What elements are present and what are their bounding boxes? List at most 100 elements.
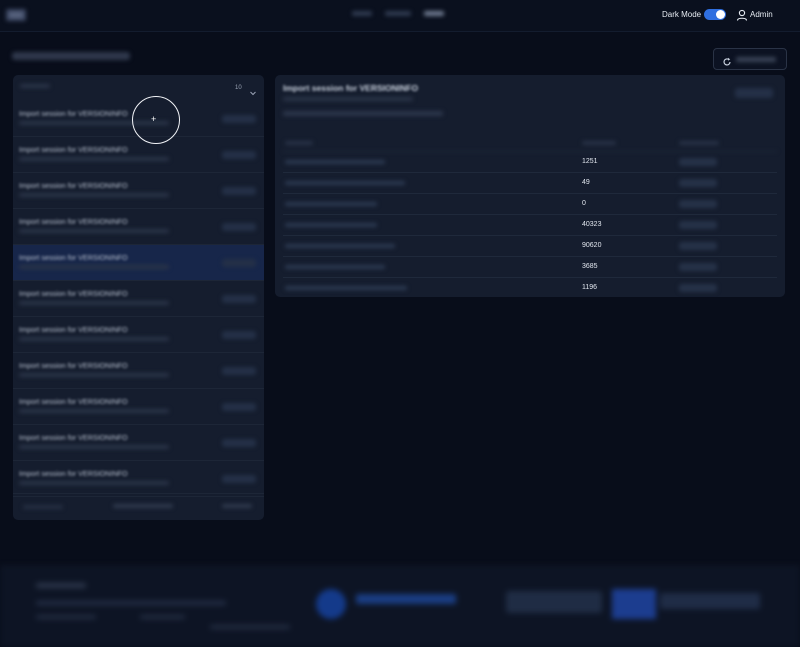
- refresh-icon: [722, 54, 732, 66]
- file-name: [285, 244, 395, 248]
- session-subtitle: [19, 301, 169, 305]
- session-list: Import session for VERSIONINFO Import ses…: [13, 101, 264, 497]
- session-status-badge: [222, 151, 256, 159]
- file-table: 1251 49 0 40323 90620 3685 1196: [283, 137, 777, 297]
- table-row[interactable]: 1196: [283, 278, 777, 297]
- footer-brand: [36, 583, 86, 588]
- session-title: Import session for VERSIONINFO: [19, 325, 128, 334]
- table-row[interactable]: 90620: [283, 236, 777, 257]
- main-nav: [352, 11, 444, 16]
- session-title: Import session for VERSIONINFO: [19, 397, 128, 406]
- status-badge: [735, 88, 773, 98]
- session-status-badge: [222, 403, 256, 411]
- table-header: [283, 137, 777, 152]
- eu-logo-text: [660, 593, 760, 609]
- row-status-badge: [679, 200, 717, 208]
- brand-name[interactable]: [142, 10, 144, 17]
- session-status-badge: [222, 367, 256, 375]
- page-size-value: 10: [235, 85, 242, 91]
- session-status-badge: [222, 331, 256, 339]
- row-status-badge: [679, 158, 717, 166]
- row-status-badge: [679, 221, 717, 229]
- col-count-header: [582, 141, 616, 145]
- session-subtitle: [19, 229, 169, 233]
- table-row[interactable]: 0: [283, 194, 777, 215]
- list-item[interactable]: Import session for VERSIONINFO: [13, 281, 264, 317]
- session-status-badge: [222, 187, 256, 195]
- col-status-header: [679, 141, 719, 145]
- record-count: 1251: [582, 158, 598, 165]
- dark-mode-toggle[interactable]: [704, 9, 726, 20]
- record-count: 1196: [582, 284, 598, 291]
- file-name: [285, 223, 377, 227]
- page-size-select[interactable]: 10: [231, 81, 259, 96]
- detail-subtitle: [283, 97, 413, 101]
- footer-phone: [140, 615, 185, 619]
- list-item[interactable]: Import session for VERSIONINFO: [13, 245, 264, 281]
- session-title: Import session for VERSIONINFO: [19, 109, 128, 118]
- record-count: 40323: [582, 221, 602, 228]
- page-indicator: [113, 504, 173, 508]
- eu-flag-logo: [612, 589, 656, 619]
- list-item[interactable]: Import session for VERSIONINFO: [13, 425, 264, 461]
- list-item[interactable]: Import session for VERSIONINFO: [13, 137, 264, 173]
- record-count: 0: [582, 200, 586, 207]
- session-list-panel: 10 Import session for VERSIONINFO Import …: [13, 75, 264, 520]
- cursor-icon: +: [151, 114, 157, 124]
- row-status-badge: [679, 284, 717, 292]
- row-status-badge: [679, 179, 717, 187]
- prev-page-button[interactable]: [23, 505, 63, 509]
- page-title: [12, 52, 130, 60]
- detail-meta: [283, 111, 443, 116]
- session-title: Import session for VERSIONINFO: [19, 361, 128, 370]
- list-item[interactable]: Import session for VERSIONINFO: [13, 389, 264, 425]
- session-title: Import session for VERSIONINFO: [19, 469, 128, 478]
- file-name: [285, 265, 385, 269]
- session-title: Import session for VERSIONINFO: [19, 217, 128, 226]
- partner-logo-text: [356, 594, 456, 604]
- session-subtitle: [19, 157, 169, 161]
- list-item[interactable]: Import session for VERSIONINFO: [13, 317, 264, 353]
- top-header: Dark Mode Admin: [0, 0, 800, 32]
- session-subtitle: [19, 337, 169, 341]
- session-title: Import session for VERSIONINFO: [19, 181, 128, 190]
- file-name: [285, 181, 405, 185]
- file-name: [285, 286, 407, 290]
- list-item[interactable]: Import session for VERSIONINFO: [13, 353, 264, 389]
- list-item[interactable]: Import session for VERSIONINFO: [13, 173, 264, 209]
- footer-email: [210, 625, 290, 629]
- nav-item-1[interactable]: [352, 11, 372, 16]
- session-list-header: 10: [13, 75, 264, 101]
- file-name: [285, 160, 385, 164]
- logo[interactable]: [4, 3, 28, 27]
- table-row[interactable]: 40323: [283, 215, 777, 236]
- session-subtitle: [19, 481, 169, 485]
- session-status-badge: [222, 295, 256, 303]
- footer-location: [36, 615, 96, 619]
- list-item[interactable]: Import session for VERSIONINFO: [13, 209, 264, 245]
- table-row[interactable]: 1251: [283, 152, 777, 173]
- logo-caption: [30, 4, 130, 11]
- pagination: [13, 493, 264, 520]
- session-subtitle: [19, 409, 169, 413]
- next-page-button[interactable]: [222, 504, 252, 508]
- refresh-button[interactable]: [713, 48, 787, 70]
- table-row[interactable]: 49: [283, 173, 777, 194]
- session-title: Import session for VERSIONINFO: [19, 145, 128, 154]
- program-logo: [506, 591, 602, 613]
- list-item[interactable]: Import session for VERSIONINFO: [13, 461, 264, 497]
- session-subtitle: [19, 265, 169, 269]
- session-title: Import session for VERSIONINFO: [19, 253, 128, 262]
- row-status-badge: [679, 263, 717, 271]
- table-row[interactable]: 3685: [283, 257, 777, 278]
- user-icon[interactable]: [736, 8, 748, 21]
- footer: [0, 566, 800, 647]
- nav-item-2[interactable]: [385, 11, 411, 16]
- table-body: 1251 49 0 40323 90620 3685 1196: [283, 152, 777, 297]
- col-file-header: [285, 141, 313, 145]
- row-status-badge: [679, 242, 717, 250]
- file-name: [285, 202, 377, 206]
- user-name[interactable]: Admin: [750, 10, 773, 19]
- session-title: Import session for VERSIONINFO: [19, 289, 128, 298]
- nav-item-active[interactable]: [424, 11, 444, 16]
